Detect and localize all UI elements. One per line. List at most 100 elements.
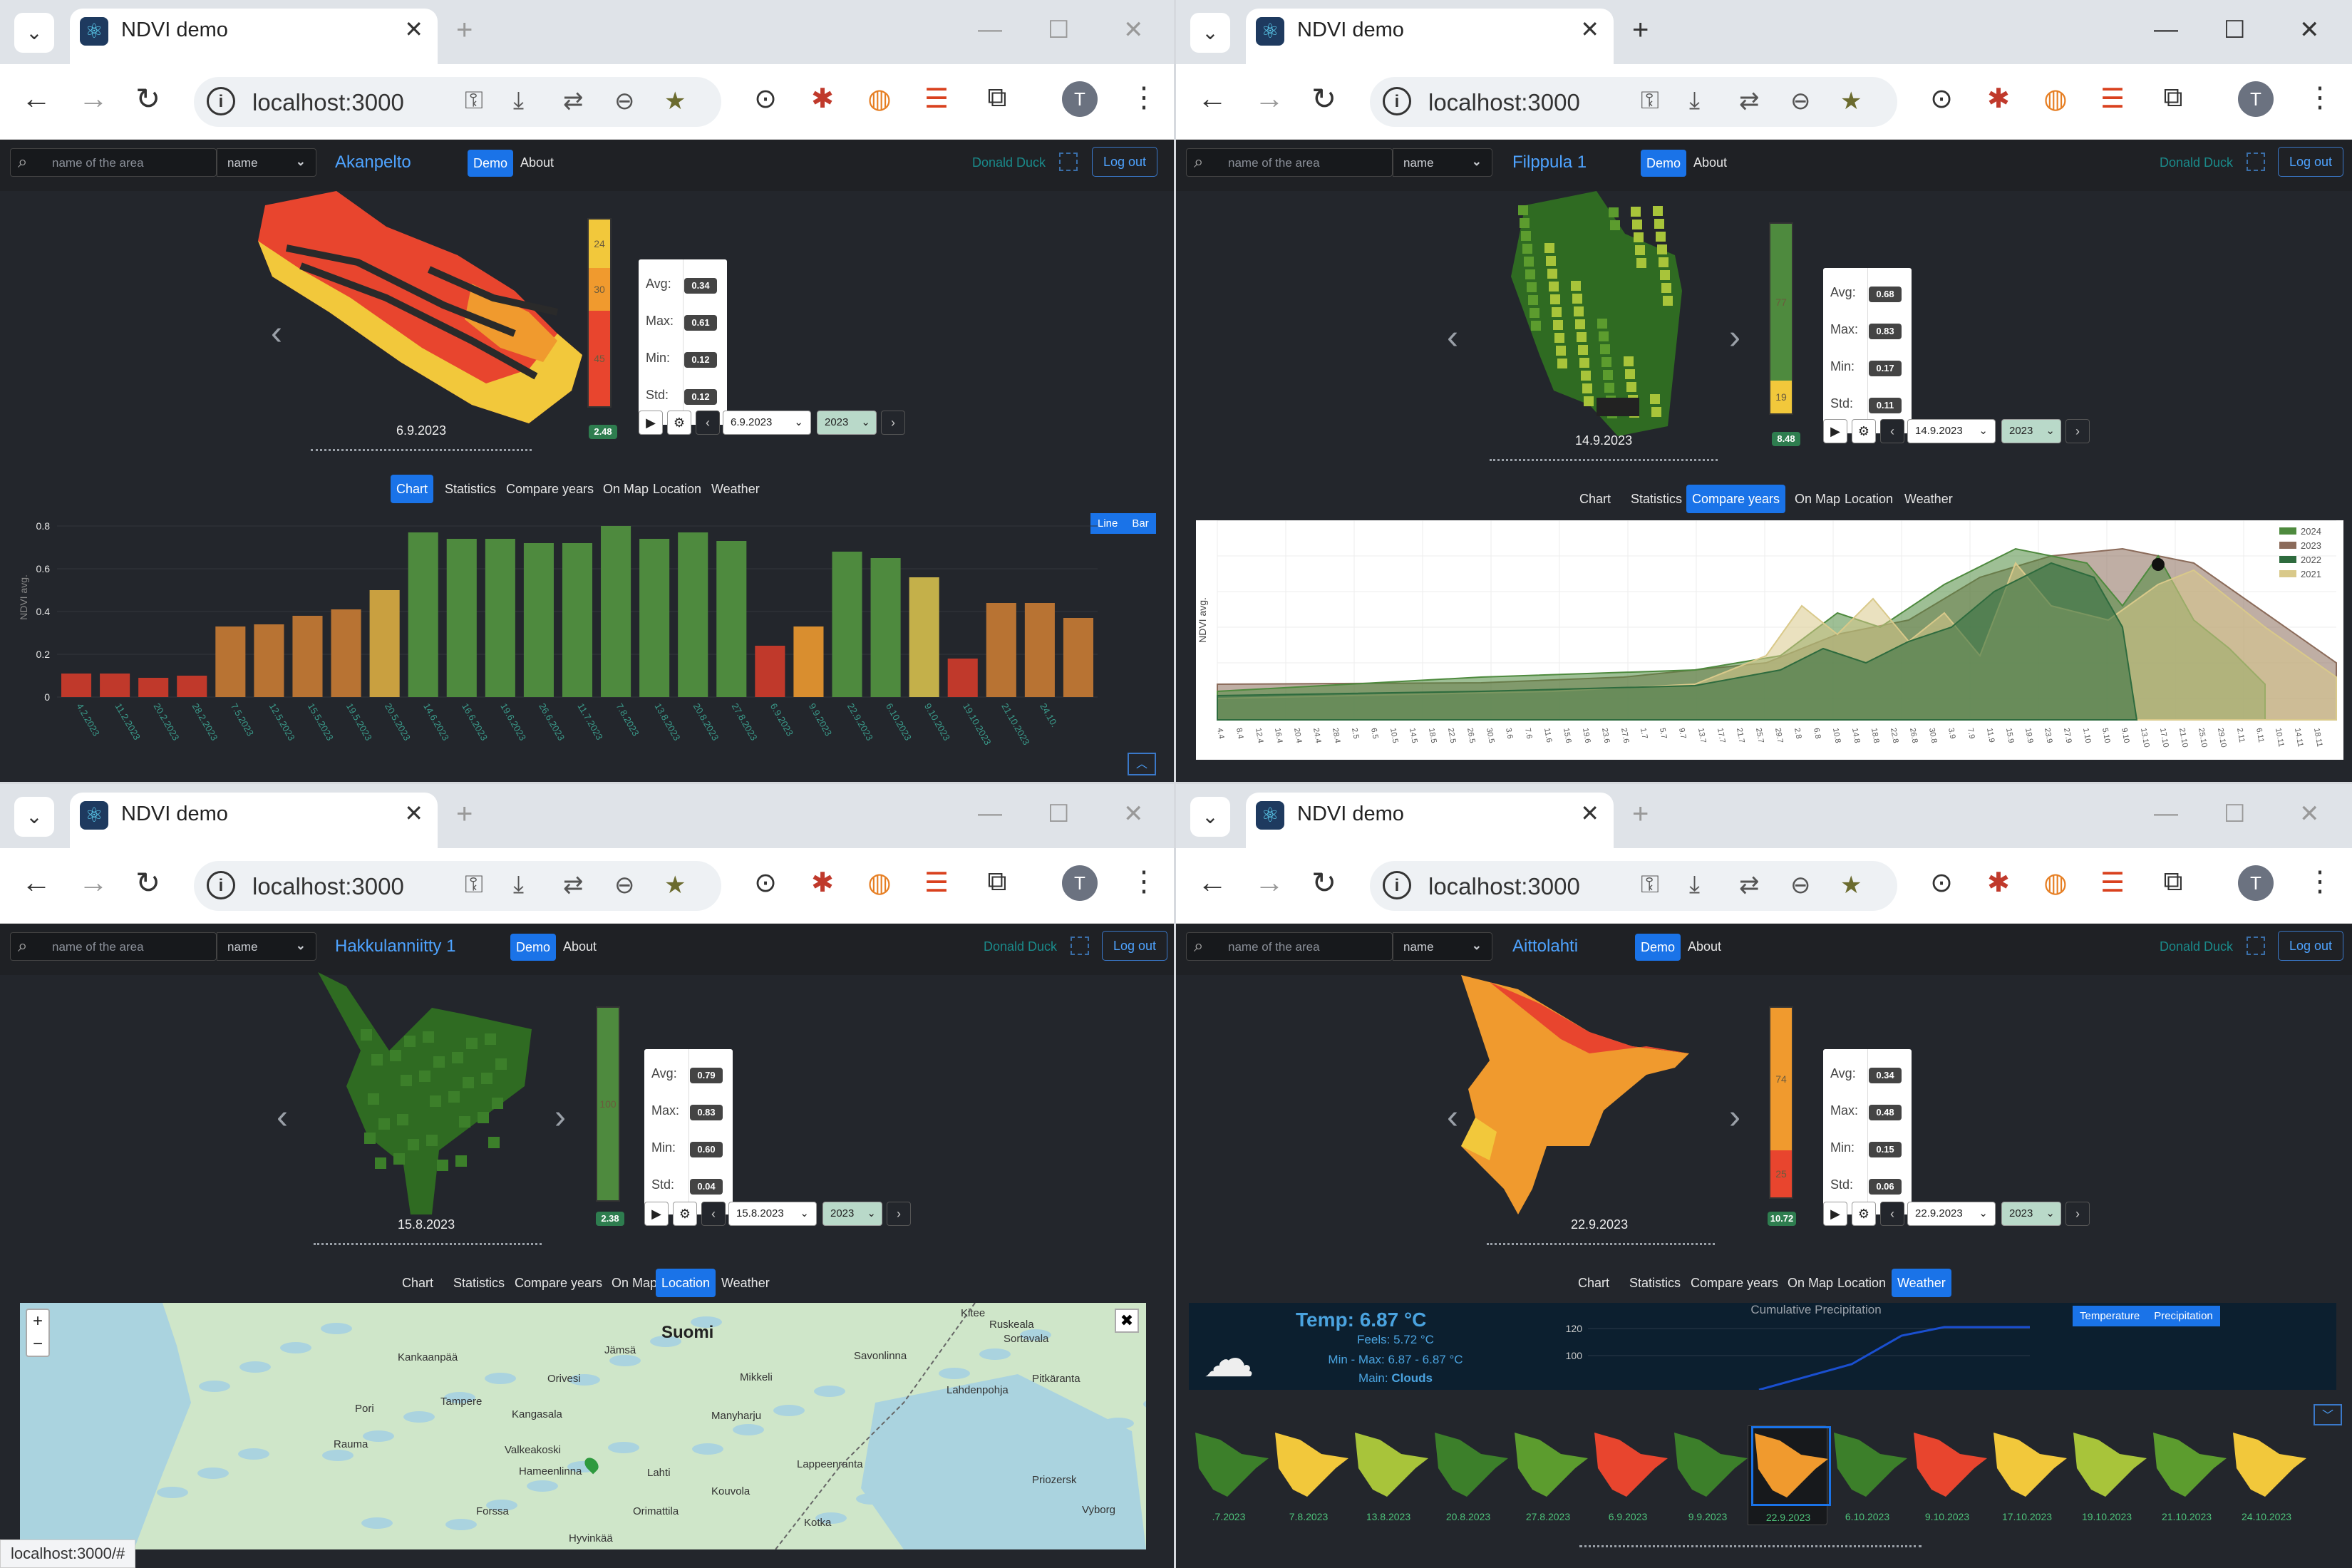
back-button[interactable]: ←	[1197, 865, 1227, 899]
thumbnail[interactable]: .7.2023	[1189, 1425, 1269, 1525]
field-name[interactable]: Akanpelto	[335, 153, 411, 172]
bug-extension-icon[interactable]: ✱	[805, 867, 840, 901]
search-input[interactable]: ⌕ name of the area	[10, 932, 217, 961]
zoom-out-icon[interactable]: ⊖	[1790, 871, 1811, 899]
maximize-button[interactable]: ☐	[2224, 16, 2245, 44]
browser-menu-icon[interactable]: ⋮	[2306, 865, 2334, 898]
color-wheel-extension-icon[interactable]: ◍	[2038, 867, 2073, 901]
thumbnail[interactable]: 17.10.2023	[1987, 1425, 2067, 1525]
todoist-extension-icon[interactable]: ☰	[2095, 83, 2130, 117]
field-name[interactable]: Filppula 1	[1512, 153, 1587, 172]
password-key-icon[interactable]: ⚿	[465, 871, 483, 899]
next-date-button[interactable]: ›	[881, 411, 905, 435]
tab-weather[interactable]: Weather	[716, 1269, 775, 1297]
next-date-button[interactable]: ›	[2065, 1202, 2090, 1226]
logout-button[interactable]: Log out	[2278, 147, 2343, 177]
todoist-extension-icon[interactable]: ☰	[919, 867, 954, 901]
password-key-icon[interactable]: ⚿	[1641, 87, 1659, 115]
browser-menu-icon[interactable]: ⋮	[1130, 865, 1158, 898]
password-key-icon[interactable]: ⚿	[465, 87, 483, 115]
maximize-button[interactable]: ☐	[1048, 16, 1069, 44]
forward-button[interactable]: →	[1254, 865, 1284, 899]
play-button[interactable]: ▶	[1823, 1202, 1847, 1226]
fullscreen-icon[interactable]	[1071, 937, 1089, 955]
tab-statistics[interactable]: Statistics	[1624, 1269, 1686, 1297]
thumbnail[interactable]: 21.10.2023	[2147, 1425, 2227, 1525]
tab-on-map[interactable]: On Map	[1782, 1269, 1839, 1297]
translate-icon[interactable]: ⇄	[1739, 871, 1760, 899]
search-field-select[interactable]: name ⌄	[217, 932, 316, 961]
close-tab-icon[interactable]: ✕	[1580, 800, 1599, 827]
logout-button[interactable]: Log out	[1092, 147, 1157, 177]
search-field-select[interactable]: name ⌄	[217, 148, 316, 177]
year-select[interactable]: 2023 ⌄	[817, 411, 877, 435]
thumbnail[interactable]: 9.10.2023	[1907, 1425, 1987, 1525]
zoom-in-button[interactable]: +	[27, 1310, 48, 1333]
tab-weather[interactable]: Weather	[706, 475, 765, 503]
todoist-extension-icon[interactable]: ☰	[919, 83, 954, 117]
install-app-icon[interactable]: ⤓	[1689, 87, 1700, 115]
tab-weather[interactable]: Weather	[1892, 1269, 1951, 1297]
browser-tab[interactable]: ⚛ NDVI demo ✕	[1246, 793, 1614, 848]
minimize-button[interactable]: —	[978, 16, 1002, 43]
close-window-button[interactable]: ✕	[2299, 800, 2320, 828]
new-tab-button[interactable]: +	[1632, 798, 1649, 830]
profile-avatar[interactable]: T	[1062, 865, 1098, 901]
map-fullscreen-icon[interactable]: ✖	[1115, 1309, 1139, 1333]
tab-compare-years[interactable]: Compare years	[1685, 1269, 1784, 1297]
devtools-extension-icon[interactable]: ⊙	[748, 83, 783, 117]
thumbnail[interactable]: 13.8.2023	[1348, 1425, 1428, 1525]
profile-avatar[interactable]: T	[2238, 865, 2274, 901]
nav-demo[interactable]: Demo	[1641, 150, 1686, 177]
fullscreen-icon[interactable]	[2247, 937, 2265, 955]
previous-date-button[interactable]: ‹	[701, 1202, 726, 1226]
next-image-arrow[interactable]: ›	[1729, 1098, 1740, 1137]
bookmark-star-icon[interactable]: ★	[1840, 871, 1862, 899]
tab-search-dropdown-button[interactable]: ⌄	[1190, 797, 1230, 837]
next-image-arrow[interactable]: ›	[1729, 318, 1740, 357]
thumbnail[interactable]: 19.10.2023	[2067, 1425, 2147, 1525]
color-wheel-extension-icon[interactable]: ◍	[862, 867, 897, 901]
new-tab-button[interactable]: +	[456, 14, 473, 46]
omnibox[interactable]: i localhost:3000 ⚿ ⤓ ⇄ ⊖ ★	[1370, 77, 1897, 127]
date-select[interactable]: 22.9.2023 ⌄	[1907, 1202, 1996, 1226]
date-select[interactable]: 6.9.2023 ⌄	[723, 411, 811, 435]
tab-chart[interactable]: Chart	[391, 475, 434, 503]
omnibox[interactable]: i localhost:3000 ⚿ ⤓ ⇄ ⊖ ★	[194, 861, 721, 911]
tab-on-map[interactable]: On Map	[597, 475, 654, 503]
thumbnail[interactable]: 9.9.2023	[1668, 1425, 1748, 1525]
nav-demo[interactable]: Demo	[510, 934, 556, 961]
year-select[interactable]: 2023 ⌄	[2001, 419, 2061, 443]
minimize-button[interactable]: —	[2154, 800, 2178, 827]
devtools-extension-icon[interactable]: ⊙	[1924, 83, 1959, 117]
tab-search-dropdown-button[interactable]: ⌄	[1190, 13, 1230, 53]
nav-about[interactable]: About	[563, 939, 597, 954]
previous-date-button[interactable]: ‹	[1880, 1202, 1904, 1226]
profile-avatar[interactable]: T	[2238, 81, 2274, 117]
tab-location[interactable]: Location	[647, 475, 707, 503]
settings-gear-icon[interactable]: ⚙	[1852, 419, 1876, 443]
tab-location[interactable]: Location	[656, 1269, 716, 1297]
previous-date-button[interactable]: ‹	[696, 411, 720, 435]
extensions-puzzle-icon[interactable]: ⧉	[980, 867, 1014, 901]
site-info-icon[interactable]: i	[1383, 87, 1411, 115]
previous-date-button[interactable]: ‹	[1880, 419, 1904, 443]
search-field-select[interactable]: name ⌄	[1393, 148, 1492, 177]
back-button[interactable]: ←	[1197, 81, 1227, 115]
scroll-top-button[interactable]: ︿	[1128, 753, 1156, 775]
settings-gear-icon[interactable]: ⚙	[1852, 1202, 1876, 1226]
omnibox[interactable]: i localhost:3000 ⚿ ⤓ ⇄ ⊖ ★	[1370, 861, 1897, 911]
bookmark-star-icon[interactable]: ★	[664, 87, 686, 115]
profile-avatar[interactable]: T	[1062, 81, 1098, 117]
tab-chart[interactable]: Chart	[1572, 1269, 1615, 1297]
devtools-extension-icon[interactable]: ⊙	[748, 867, 783, 901]
close-tab-icon[interactable]: ✕	[404, 16, 423, 43]
new-tab-button[interactable]: +	[1632, 14, 1649, 46]
tab-search-dropdown-button[interactable]: ⌄	[14, 797, 54, 837]
install-app-icon[interactable]: ⤓	[513, 871, 524, 899]
tab-compare-years[interactable]: Compare years	[1686, 485, 1786, 513]
minimize-button[interactable]: —	[978, 800, 1002, 827]
minimize-button[interactable]: —	[2154, 16, 2178, 43]
zoom-out-button[interactable]: −	[27, 1333, 48, 1356]
search-input[interactable]: ⌕ name of the area	[1186, 148, 1393, 177]
